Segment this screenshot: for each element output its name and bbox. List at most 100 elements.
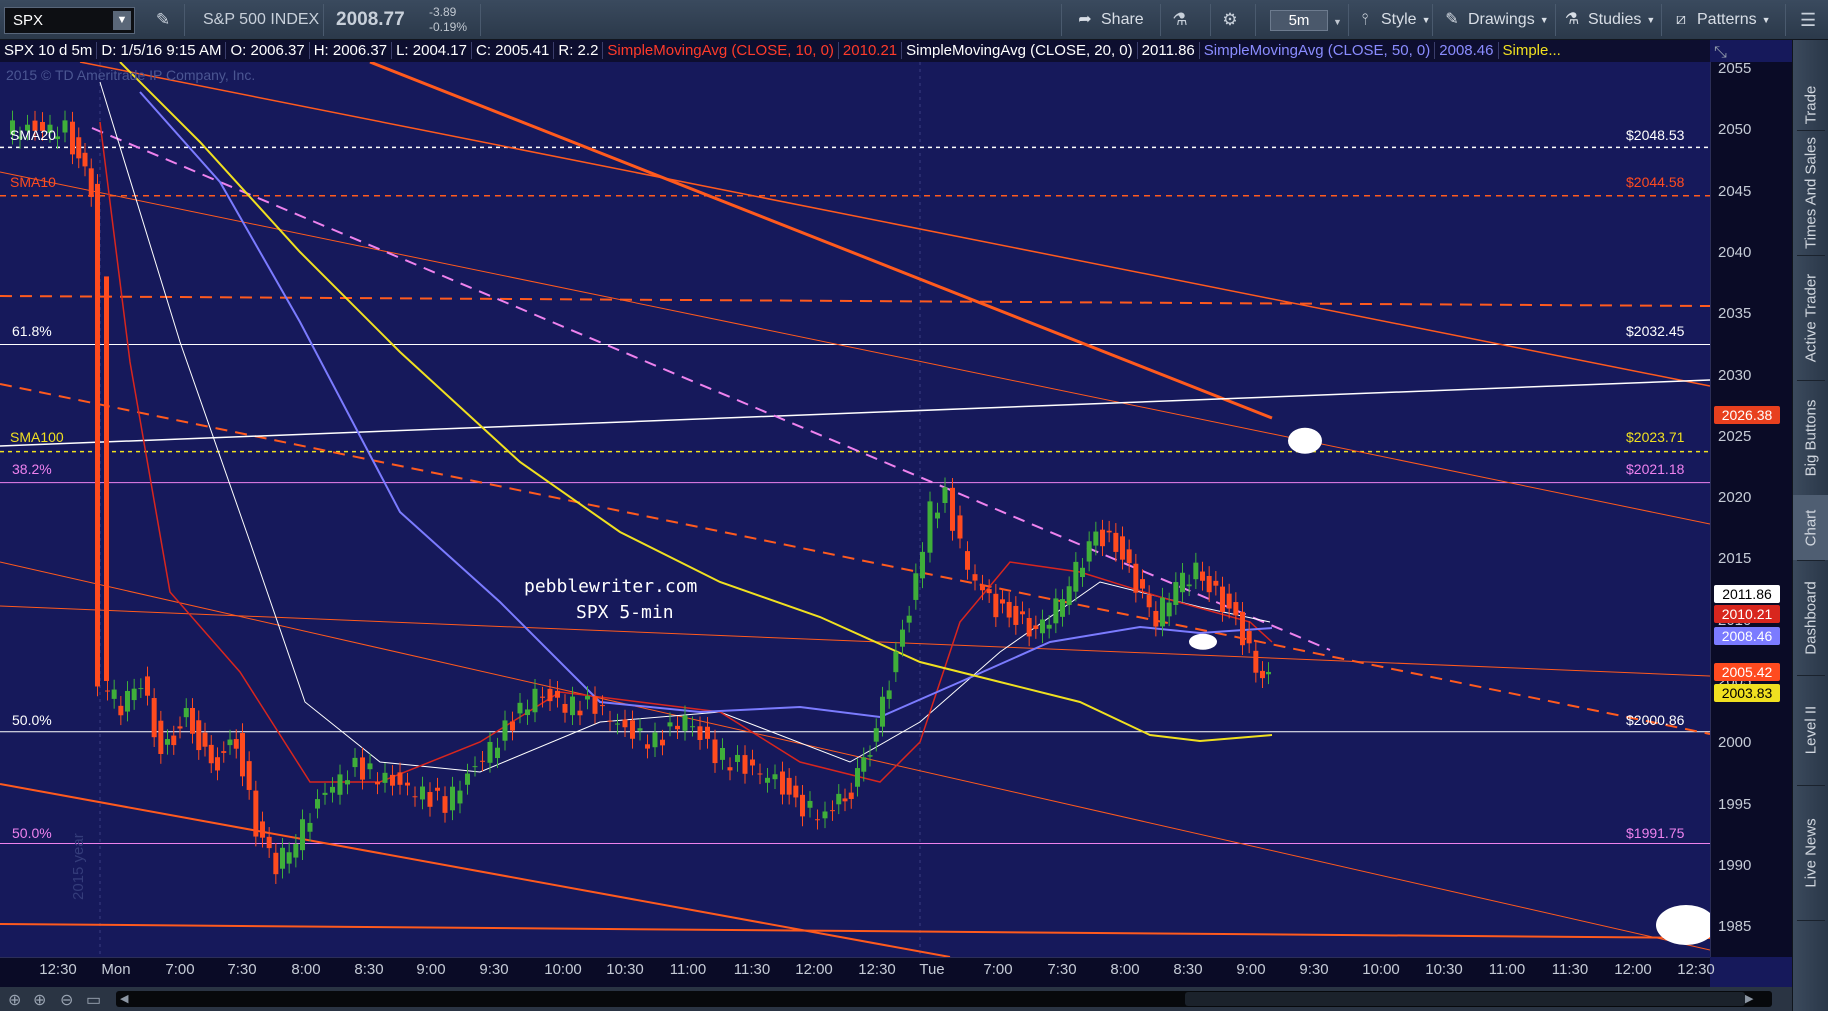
fib50b-label: 50.0% (12, 825, 52, 841)
candle-body (660, 739, 665, 746)
zoom-out-icon[interactable]: ⊖ (60, 990, 73, 1010)
candle-body (855, 768, 860, 787)
candle-body (927, 501, 933, 553)
x-tick-label: 8:00 (1110, 961, 1140, 978)
candle-body (397, 772, 403, 785)
side-tab-level-ii[interactable]: Level II (1793, 675, 1828, 785)
price-plot[interactable] (0, 62, 1710, 957)
scroll-right-icon[interactable]: ▶ (1745, 992, 1753, 1005)
x-tick-label: 7:00 (165, 961, 195, 978)
candle-body (286, 852, 292, 864)
sma20-level-label: SMA20 (10, 127, 56, 143)
side-tab-times-and-sales[interactable]: Times And Sales (1793, 130, 1828, 255)
crosshair-icon[interactable]: ⊕ (8, 990, 21, 1010)
y-tick-label: 2040 (1718, 243, 1752, 261)
studies-button[interactable]: ⚗ Studies ▼ (1561, 6, 1655, 34)
bar-close: C: 2005.41 (471, 42, 554, 59)
side-tab-trade[interactable]: Trade (1793, 80, 1828, 130)
candle-body (1220, 586, 1225, 612)
candle-body (942, 487, 948, 504)
drawings-button[interactable]: ✎ Drawings ▼ (1441, 6, 1548, 34)
candle-body (450, 786, 455, 811)
share-icon: ➦ (1078, 11, 1092, 28)
x-tick-label: 8:30 (354, 961, 384, 978)
candle-body (76, 137, 82, 159)
candle-body (307, 822, 313, 832)
zoom-box-icon[interactable]: ▭ (86, 990, 101, 1010)
candle-body (1053, 598, 1059, 624)
candle-body (246, 761, 252, 790)
candle-body (765, 777, 770, 783)
scroll-left-icon[interactable]: ◀ (120, 992, 128, 1005)
x-tick-label: 12:00 (1614, 961, 1652, 978)
sma10-level-label: SMA10 (10, 174, 56, 190)
candle-body (70, 121, 75, 155)
candle-body (1266, 671, 1271, 675)
candle-body (240, 733, 245, 777)
trendline-bottom (0, 923, 1710, 939)
pencil-icon[interactable]: ✎ (151, 8, 175, 32)
candle-body (260, 821, 265, 838)
candle-body (965, 551, 970, 570)
candle-body (208, 744, 214, 764)
price-pill-2026: 2026.38 (1714, 406, 1780, 424)
candle-body (886, 690, 892, 699)
candle-body (873, 728, 879, 742)
candle-body (900, 629, 905, 647)
candle-body (705, 726, 710, 739)
timeframe-selector[interactable]: 5m (1270, 10, 1328, 31)
more-studies[interactable]: Simple... (1497, 42, 1565, 59)
candle-body (1046, 624, 1052, 629)
candle-body (158, 720, 164, 754)
bar-open: O: 2006.37 (225, 42, 309, 59)
candle-body (118, 705, 124, 716)
side-tab-chart[interactable]: Chart (1793, 495, 1828, 560)
trendline-lower-1 (0, 561, 1710, 951)
y-tick-label: 1990 (1718, 856, 1752, 874)
share-button[interactable]: ➦ Share (1074, 6, 1143, 34)
candle-body (293, 843, 299, 858)
patterns-icon: ⧄ (1675, 11, 1687, 29)
side-tab-dashboard[interactable]: Dashboard (1793, 560, 1828, 675)
candle-body (615, 723, 620, 725)
candle-body (88, 168, 94, 197)
side-tab-label: Chart (1802, 509, 1820, 546)
candle-body (793, 785, 799, 798)
candle-body (1033, 625, 1039, 630)
candle-body (280, 847, 285, 869)
candle-body (221, 751, 227, 753)
candle-body (1213, 580, 1219, 586)
candle-body (502, 720, 508, 741)
x-tick-label: 9:30 (1299, 961, 1329, 978)
timeframe-dropdown-icon[interactable]: ▼ (1333, 17, 1342, 27)
zoom-in-icon[interactable]: ⊕ (33, 990, 46, 1010)
style-icon: ⫯ (1361, 11, 1369, 29)
candle-body (202, 732, 208, 747)
gear-icon[interactable]: ⚙ (1218, 8, 1242, 32)
symbol-input[interactable]: SPX ▼ (4, 7, 135, 34)
scrollbar-thumb[interactable] (1185, 992, 1745, 1006)
side-tab-active-trader[interactable]: Active Trader (1793, 255, 1828, 380)
x-tick-label: Mon (101, 961, 131, 978)
candle-body (1226, 593, 1232, 609)
bar-low: L: 2004.17 (391, 42, 471, 59)
candle-body (337, 774, 343, 795)
candle-body (465, 773, 470, 785)
menu-icon[interactable]: ☰ (1800, 10, 1820, 31)
style-button[interactable]: ⫯ Style ▼ (1354, 6, 1431, 34)
flask-icon[interactable]: ⚗ (1168, 8, 1192, 32)
x-tick-label: 7:30 (227, 961, 257, 978)
side-tab-big-buttons[interactable]: Big Buttons (1793, 380, 1828, 495)
candle-body (227, 739, 233, 746)
symbol-dropdown-button[interactable]: ▼ (113, 11, 131, 30)
candle-body (637, 728, 643, 731)
candle-body (1240, 611, 1245, 646)
candle-body (360, 757, 365, 780)
candle-body (830, 810, 835, 812)
white-trendline (0, 379, 1710, 447)
candle-body (1080, 567, 1085, 578)
patterns-button[interactable]: ⧄ Patterns ▼ (1670, 6, 1771, 34)
side-tab-live-news[interactable]: Live News (1793, 785, 1828, 920)
x-tick-label: 9:30 (479, 961, 509, 978)
candle-body (532, 688, 538, 713)
